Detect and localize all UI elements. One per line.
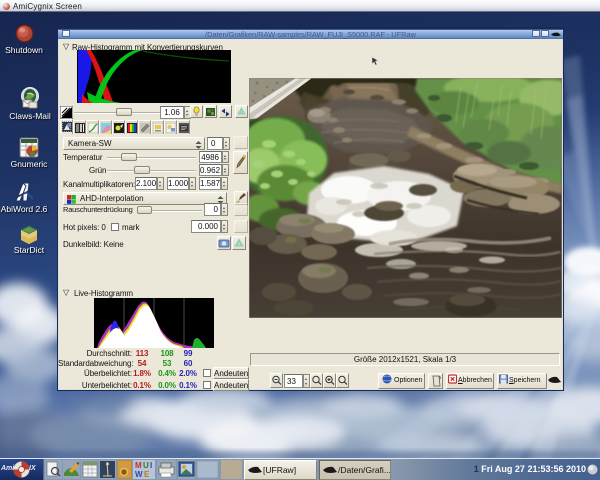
svg-text:M: M: [135, 461, 142, 470]
svg-text:W: W: [135, 470, 143, 479]
svg-text:E: E: [144, 470, 150, 479]
svg-text:U: U: [143, 461, 149, 470]
svg-text:I: I: [150, 461, 152, 470]
